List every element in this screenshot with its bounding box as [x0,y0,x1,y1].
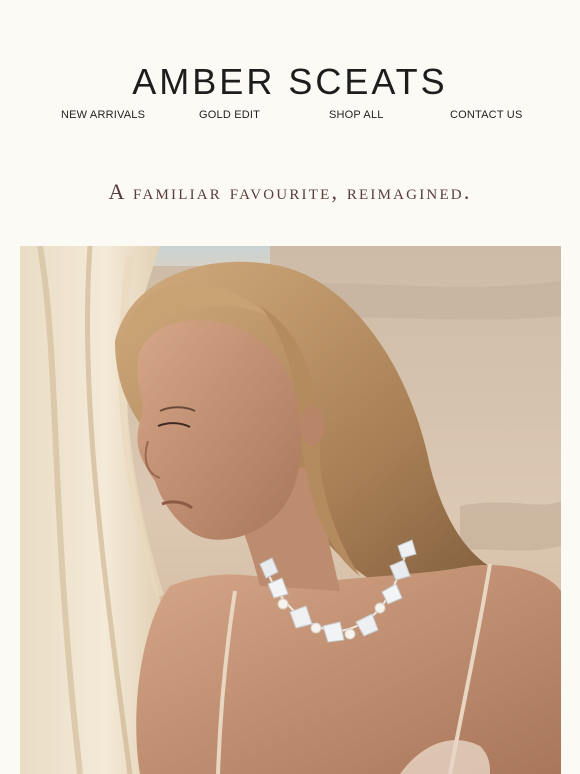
hero-image[interactable] [20,246,561,774]
nav-shop-all[interactable]: SHOP ALL [329,107,384,123]
campaign-tagline: A familiar favourite, reimagined. [108,179,472,204]
main-nav: NEW ARRIVALS GOLD EDIT SHOP ALL CONTACT … [0,107,580,123]
nav-contact-us[interactable]: CONTACT US [450,107,523,123]
hero-photo-illustration [20,246,561,774]
nav-new-arrivals[interactable]: NEW ARRIVALS [61,107,145,123]
nav-gold-edit[interactable]: GOLD EDIT [199,107,260,123]
email-header: AMBER SCEATS NEW ARRIVALS GOLD EDIT SHOP… [0,0,580,246]
brand-logo[interactable]: AMBER SCEATS [0,60,580,104]
shoulders [136,565,561,774]
